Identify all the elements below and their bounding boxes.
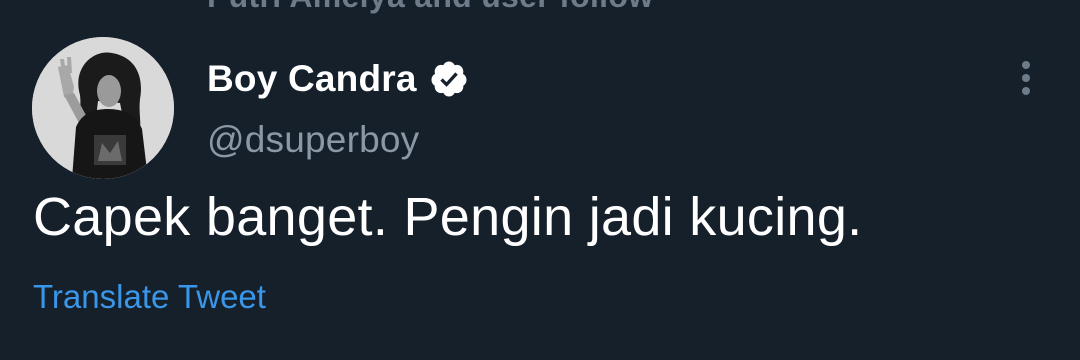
tweet-text: Capek banget. Pengin jadi kucing. [33,187,863,247]
social-context[interactable]: Putri Amelya and user follow [207,0,653,15]
translate-tweet-link[interactable]: Translate Tweet [33,278,266,316]
author-avatar[interactable] [32,37,174,179]
avatar-photo-icon [32,37,174,179]
author-handle[interactable]: @dsuperboy [207,119,419,161]
more-options-icon[interactable] [1012,56,1040,100]
author-display-name[interactable]: Boy Candra [207,58,417,100]
verified-badge-icon [431,61,467,97]
author-name-row[interactable]: Boy Candra [207,54,469,104]
